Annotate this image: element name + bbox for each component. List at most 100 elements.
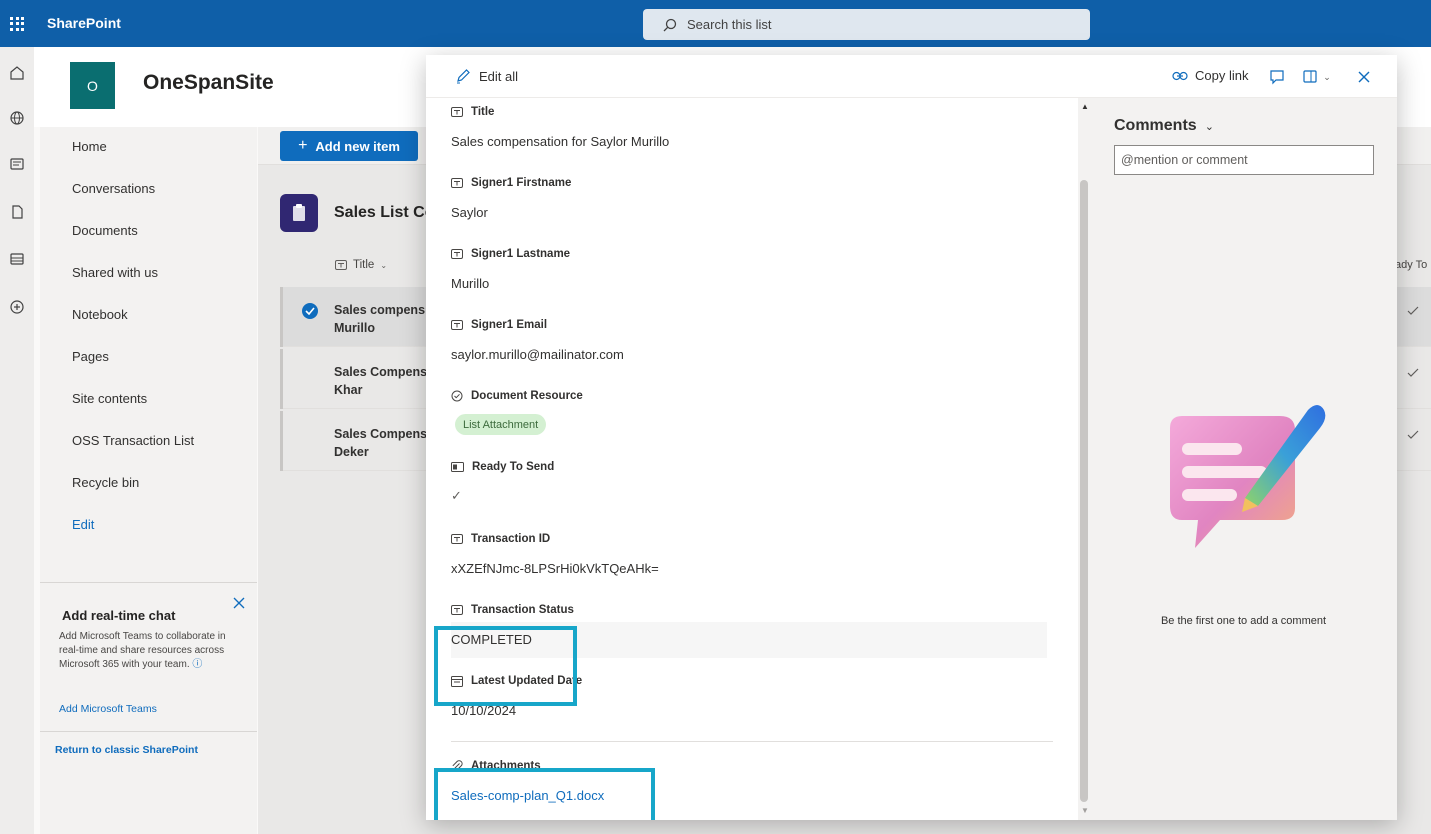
nav-item-recycle-bin[interactable]: Recycle bin: [72, 475, 139, 490]
nav-item-conversations[interactable]: Conversations: [72, 181, 155, 196]
search-placeholder: Search this list: [687, 17, 772, 32]
scroll-up-arrow-icon[interactable]: ▲: [1081, 102, 1089, 111]
copy-link-label: Copy link: [1195, 68, 1249, 83]
field-label-signer1-lastname: Signer1 Lastname: [451, 248, 570, 260]
row-title[interactable]: Sales compens Murillo: [334, 301, 434, 337]
scroll-thumb[interactable]: [1080, 180, 1088, 802]
app-launcher-icon[interactable]: [0, 0, 34, 47]
edit-all-label: Edit all: [479, 68, 519, 84]
field-label-text: Transaction Status: [471, 604, 574, 616]
text-field-icon: [451, 249, 463, 259]
form-scrollbar[interactable]: ▲ ▼: [1078, 98, 1090, 820]
add-new-item-label: Add new item: [315, 138, 400, 154]
chevron-down-icon: ⌄: [1323, 71, 1331, 82]
comments-header[interactable]: Comments ⌄: [1114, 117, 1214, 135]
field-label-document-resource: Document Resource: [451, 390, 583, 402]
field-label-text: Transaction ID: [471, 533, 551, 545]
chat-card-title: Add real-time chat: [62, 608, 176, 623]
field-label-signer1-email: Signer1 Email: [451, 319, 547, 331]
field-label-text: Title: [471, 106, 495, 118]
row-title[interactable]: Sales Compens Deker: [334, 425, 434, 461]
plus-icon: +: [298, 137, 308, 154]
text-field-icon: [451, 320, 463, 330]
app-name[interactable]: SharePoint: [47, 15, 121, 31]
field-label-ready-to-send: Ready To Send: [451, 461, 554, 473]
news-icon[interactable]: [7, 154, 27, 174]
add-new-item-button[interactable]: + Add new item: [280, 131, 418, 161]
text-column-icon: [335, 260, 347, 270]
column-header-title-label: Title: [353, 259, 375, 271]
list-icon[interactable]: [7, 249, 27, 269]
item-detail-panel: Edit all Copy link ⌄ Title Sales compens…: [426, 55, 1397, 820]
app-rail: [0, 47, 34, 834]
copy-link-button[interactable]: Copy link: [1172, 68, 1248, 83]
pencil-icon: [457, 69, 470, 84]
nav-item-pages[interactable]: Pages: [72, 349, 109, 364]
view-options-button[interactable]: ⌄: [1300, 66, 1334, 88]
close-panel-button[interactable]: [1355, 66, 1373, 88]
field-label-signer1-firstname: Signer1 Firstname: [451, 177, 571, 189]
comment-input[interactable]: @mention or comment: [1114, 145, 1374, 175]
field-value-title[interactable]: Sales compensation for Saylor Murillo: [451, 134, 669, 149]
section-divider: [451, 741, 1053, 742]
field-label-text: Ready To Send: [472, 461, 555, 473]
edit-all-button[interactable]: Edit all: [455, 68, 518, 84]
nav-item-site-contents[interactable]: Site contents: [72, 391, 147, 406]
row-indicator: [280, 287, 283, 347]
item-form: Title Sales compensation for Saylor Muri…: [426, 98, 1078, 820]
site-logo[interactable]: O: [70, 62, 115, 109]
nav-item-documents[interactable]: Documents: [72, 223, 138, 238]
comments-title: Comments: [1114, 117, 1197, 134]
checkmark-circle-icon[interactable]: [302, 303, 318, 319]
home-icon[interactable]: [7, 63, 27, 83]
document-icon[interactable]: [7, 202, 27, 222]
add-microsoft-teams-link[interactable]: Add Microsoft Teams: [59, 703, 157, 715]
panel-view-icon: [1303, 70, 1317, 83]
globe-icon[interactable]: [7, 108, 27, 128]
text-field-icon: [451, 178, 463, 188]
field-value-signer1-lastname[interactable]: Murillo: [451, 276, 489, 291]
field-value-transaction-id[interactable]: xXZEfNJmc-8LPSrHi0kVkTQeAHk=: [451, 561, 659, 576]
check-icon: [1407, 303, 1419, 321]
field-label-text: Signer1 Lastname: [471, 248, 571, 260]
yes-no-icon: [451, 462, 464, 472]
nav-item-home[interactable]: Home: [72, 139, 107, 154]
text-field-icon: [451, 107, 463, 117]
list-title: Sales List Co: [334, 204, 435, 221]
column-header-ready-to-send[interactable]: ady To: [1395, 259, 1427, 271]
nav-edit-link[interactable]: Edit: [72, 517, 94, 532]
comment-icon: [1270, 70, 1284, 85]
row-title[interactable]: Sales Compens Khar: [334, 363, 434, 399]
left-navigation: Home Conversations Documents Shared with…: [40, 127, 257, 834]
field-label-title: Title: [451, 106, 494, 118]
link-icon: [1172, 71, 1188, 80]
field-value-ready-to-send[interactable]: ✓: [451, 488, 462, 504]
site-name[interactable]: OneSpanSite: [143, 71, 274, 95]
search-input[interactable]: Search this list: [643, 9, 1090, 40]
list-app-icon: [280, 194, 318, 232]
info-icon[interactable]: ⓘ: [192, 659, 202, 670]
close-icon: [1358, 71, 1370, 83]
row-indicator: [280, 349, 283, 409]
field-label-text: Signer1 Email: [471, 319, 548, 331]
return-to-classic-link[interactable]: Return to classic SharePoint: [55, 744, 198, 756]
choice-pill[interactable]: List Attachment: [455, 414, 547, 435]
teams-chat-card: Add real-time chat Add Microsoft Teams t…: [40, 582, 257, 732]
close-icon[interactable]: [233, 596, 245, 614]
chat-card-description: Add Microsoft Teams to collaborate in re…: [59, 630, 239, 672]
field-label-transaction-status: Transaction Status: [451, 604, 574, 616]
field-value-signer1-email[interactable]: saylor.murillo@mailinator.com: [451, 347, 624, 362]
nav-item-notebook[interactable]: Notebook: [72, 307, 128, 322]
panel-toolbar: Edit all Copy link ⌄: [426, 55, 1397, 98]
comments-toggle-button[interactable]: [1264, 66, 1290, 88]
scroll-down-arrow-icon[interactable]: ▼: [1081, 806, 1089, 815]
field-value-signer1-firstname[interactable]: Saylor: [451, 205, 488, 220]
nav-item-shared-with-us[interactable]: Shared with us: [72, 265, 158, 280]
suite-bar: SharePoint Search this list: [0, 0, 1431, 47]
text-field-icon: [451, 534, 463, 544]
create-icon[interactable]: [7, 297, 27, 317]
highlight-box-transaction-status: [434, 626, 577, 706]
nav-item-oss-transaction-list[interactable]: OSS Transaction List: [72, 433, 194, 448]
comments-illustration: [1150, 388, 1330, 573]
column-header-title[interactable]: Title ⌄: [335, 259, 387, 271]
